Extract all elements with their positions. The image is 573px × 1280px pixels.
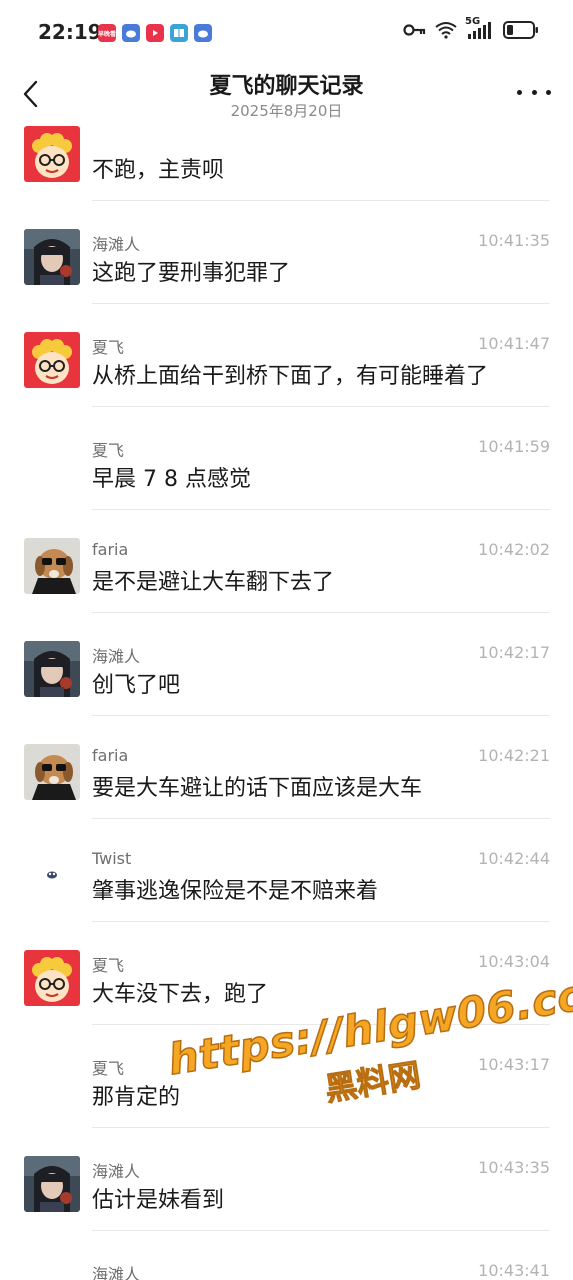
avatar[interactable] [24,229,80,285]
sender-name: Twist [92,849,132,868]
key-icon [403,24,426,36]
message-item[interactable]: 海滩人 10:42:17 创飞了吧 [0,613,573,716]
sender-name: faria [92,540,129,559]
message-item[interactable]: Twist 10:42:44 肇事逃逸保险是不是不赔来着 [0,819,573,922]
message-timestamp: 10:43:35 [478,1158,550,1177]
message-text: 从桥上面给干到桥下面了，有可能睡着了 [92,364,489,389]
message-timestamp: 10:42:44 [478,849,550,868]
message-item[interactable]: 夏飞 10:43:04 大车没下去，跑了 [0,922,573,1025]
page-title: 夏飞的聊天记录 [209,74,364,99]
cloud-app-icon [194,24,212,42]
sender-name: 夏飞 [92,338,125,357]
message-item[interactable]: 海滩人 10:41:35 这跑了要刑事犯罪了 [0,201,573,304]
avatar[interactable] [24,950,80,1006]
message-item[interactable]: 海滩人10:43:41哪有大车跑路的 [0,1231,573,1280]
avatar[interactable] [24,847,80,903]
more-dot-icon [531,89,537,95]
message-text: 早晨 7 8 点感觉 [92,467,251,492]
sender-name: faria [92,746,129,765]
message-item[interactable]: faria 10:42:02 是不是避让大车翻下去了 [0,510,573,613]
sender-name: 夏飞 [92,441,125,460]
news-app-icon: 早晚看 [98,24,116,42]
message-item[interactable]: 夏飞 10:41:47 从桥上面给干到桥下面了，有可能睡着了 [0,304,573,407]
message-timestamp: 10:42:21 [478,746,550,765]
system-icons: 5G [403,16,539,40]
cloud-app-icon [122,24,140,42]
message-timestamp: 10:41:35 [478,231,550,250]
avatar[interactable] [24,641,80,697]
notification-icons: 早晚看 [98,24,212,42]
avatar[interactable] [24,744,80,800]
book-app-icon [170,24,188,42]
message-timestamp: 10:42:17 [478,643,550,662]
message-list[interactable]: 不跑，主责呗海滩人 10:41:35 这跑了要刑事犯罪了夏飞 10:41:47 从桥上面… [0,126,573,1280]
message-item[interactable]: faria 10:42:21 要是大车避让的话下面应该是大车 [0,716,573,819]
message-text: 那肯定的 [92,1085,181,1110]
message-text: 肇事逃逸保险是不是不赔来着 [92,879,379,904]
sender-name: 海滩人 [92,1162,141,1181]
sender-name: 夏飞 [92,1059,125,1078]
message-timestamp: 10:41:59 [478,437,550,456]
sender-name: 海滩人 [92,235,141,254]
message-text: 估计是妹看到 [92,1188,225,1213]
message-text: 大车没下去，跑了 [92,982,269,1007]
sender-name: 海滩人 [92,1265,141,1280]
cellular-signal-icon: 5G [465,16,495,40]
message-item[interactable]: 不跑，主责呗 [0,126,573,201]
more-dot-icon [517,89,522,95]
avatar[interactable] [24,538,80,594]
wifi-icon [435,22,457,39]
message-timestamp: 10:41:47 [478,334,550,353]
message-item[interactable]: 夏飞 10:41:59 早晨 7 8 点感觉 [0,407,573,510]
avatar[interactable] [24,1156,80,1212]
status-bar: 22:19 早晚看 5G [0,0,573,66]
battery-icon [503,21,538,39]
more-dot-icon [546,89,551,95]
sender-name: 夏飞 [92,956,125,975]
avatar[interactable] [24,332,80,388]
message-timestamp: 10:42:02 [478,540,550,559]
status-time: 22:19 [38,20,102,44]
chat-record-header: 夏飞的聊天记录 2025年8月20日 [0,66,573,126]
message-item[interactable]: 海滩人 10:43:35 估计是妹看到 [0,1128,573,1231]
more-options-button[interactable] [517,80,551,104]
message-timestamp: 10:43:17 [478,1055,550,1074]
video-app-icon [146,24,164,42]
message-text: 要是大车避让的话下面应该是大车 [92,776,423,801]
sender-name: 海滩人 [92,647,141,666]
page-subtitle-date: 2025年8月20日 [230,102,343,120]
message-text: 不跑，主责呗 [92,158,225,183]
message-text: 是不是避让大车翻下去了 [92,570,335,595]
message-timestamp: 10:43:41 [478,1261,550,1280]
message-text: 这跑了要刑事犯罪了 [92,261,291,286]
message-timestamp: 10:43:04 [478,952,550,971]
message-text: 创飞了吧 [92,673,181,698]
message-item[interactable]: 夏飞 10:43:17 那肯定的 [0,1025,573,1128]
avatar[interactable] [24,126,80,182]
